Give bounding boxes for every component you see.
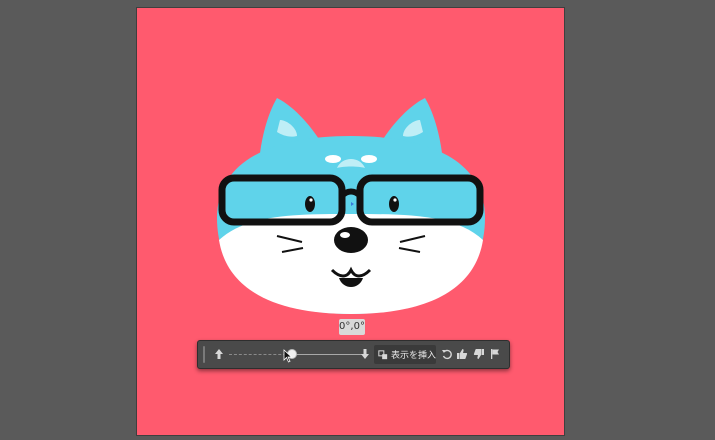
insert-view-button[interactable]: 表示を挿入 [374, 345, 436, 364]
slider-track-filled [290, 354, 365, 355]
right-eyebrow [361, 155, 377, 163]
arrow-down-icon[interactable] [356, 345, 374, 363]
right-eye [389, 196, 399, 212]
rotation-angle-tooltip: 0°,0° [339, 319, 365, 335]
mouse-cursor-icon [283, 348, 293, 367]
insert-view-icon [378, 349, 388, 359]
grip-handle-icon[interactable] [203, 346, 205, 363]
flag-icon[interactable] [486, 345, 504, 363]
contextual-taskbar[interactable]: 表示を挿入 [197, 340, 510, 369]
nose [334, 227, 368, 253]
arrow-up-icon[interactable] [210, 345, 228, 363]
left-eye [305, 196, 315, 212]
shiba-character-illustration[interactable] [137, 8, 564, 435]
left-eyebrow [325, 155, 341, 163]
artboard[interactable] [137, 8, 564, 435]
insert-view-label: 表示を挿入 [390, 351, 436, 361]
thumbs-up-icon[interactable] [453, 345, 471, 363]
